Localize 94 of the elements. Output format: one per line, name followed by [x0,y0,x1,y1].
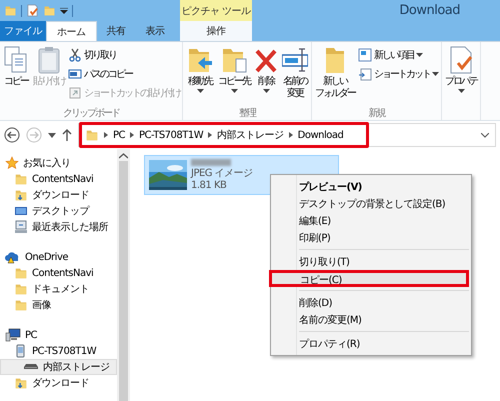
nav-item[interactable]: ContentsNavi [0,171,117,187]
clipboard-icon [36,45,62,75]
caret-icon [458,89,464,93]
back-icon [4,127,20,143]
nav-item[interactable]: 画像 [0,297,117,313]
caret-icon [230,89,238,93]
menu-item[interactable]: デスクトップの背景として設定(B) [273,195,469,212]
nav-item[interactable]: 最近表示した場所 [0,219,117,235]
caret-icon [262,89,270,93]
file-type: JPEG イメージ [191,168,253,180]
shortcut-icon [358,66,372,80]
drive-icon [23,364,39,370]
breadcrumb[interactable]: Download [298,130,344,140]
window-title: Download [398,3,461,18]
chevron-icon [288,132,293,138]
nav-item[interactable]: 内部ストレージ [0,359,117,375]
folder-icon [14,282,28,296]
star-icon [5,156,19,170]
menu-item[interactable]: 切り取り(T) [273,253,469,270]
computer-icon [5,328,21,342]
group-label: 新規 [368,106,386,120]
up-arrow-icon [62,128,72,142]
blurred-filename [191,158,231,166]
ribbon-button[interactable]: 切り取り [68,47,180,62]
dropdown-icon[interactable] [481,132,489,138]
ribbon-button[interactable]: 新しい フォルダー [314,45,356,100]
address-bar[interactable]: PC PC-TS708T1W 内部ストレージ Download [78,123,496,147]
breadcrumb[interactable]: PC-TS708T1W [139,130,204,140]
nav-button[interactable] [62,128,72,142]
dropdown-icon[interactable] [60,8,68,14]
ribbon-button[interactable]: コピー [2,45,30,88]
new-item-icon [358,48,372,62]
ribbon-button[interactable]: プロパテ [444,45,478,93]
breadcrumb[interactable]: 内部ストレージ [217,128,284,142]
scroll-up-icon[interactable] [119,153,128,159]
caret-icon [416,52,423,56]
menu-item[interactable]: 名前の変更(M) [273,311,469,328]
scissors-icon [68,48,82,62]
copy-icon [3,45,29,75]
folder-icon [14,298,28,312]
nav-item[interactable]: デスクトップ [0,203,117,219]
nav-item[interactable]: ドキュメント [0,281,117,297]
nav-item[interactable]: PC-TS708T1W [0,343,117,359]
desktop-icon [14,204,28,218]
download-folder-icon [14,376,28,390]
ribbon-button[interactable]: ショートカット [358,66,439,81]
nav-button[interactable] [4,127,20,143]
context-tab-group: ピクチャ ツール [180,0,252,21]
ribbon-tab[interactable]: 共有 [96,21,136,41]
ribbon-button[interactable]: 移動先 [185,45,215,93]
menu-item[interactable]: 削除(D) [273,294,469,311]
ribbon-button[interactable]: パスのコピー [68,66,180,81]
nav-item[interactable]: OneDrive [0,249,117,265]
shortcut-icon [68,86,82,100]
breadcrumb[interactable]: PC [113,130,126,140]
chevron-icon [208,132,212,138]
nav-item[interactable]: ダウンロード [0,187,117,203]
file-size: 1.81 KB [191,180,228,192]
nav-button[interactable] [48,132,56,138]
caret-icon [432,72,439,76]
nav-item[interactable]: PC [0,327,117,343]
recent-places-icon [14,220,28,234]
chevron-icon [130,132,134,138]
ribbon-button[interactable]: 名前の 変更 [281,45,309,100]
nav-item[interactable]: ContentsNavi [0,265,117,281]
chevron-icon [104,132,108,138]
nav-item[interactable]: ダウンロード [0,375,117,391]
ribbon-tab[interactable]: ホーム [46,21,96,41]
ribbon-tab[interactable]: 操作 [180,21,252,41]
group-label: 整理 [238,107,256,120]
scrollbar[interactable] [117,149,130,401]
menu-item[interactable]: 印刷(P) [273,229,469,246]
menu-item[interactable]: プロパティ(R) [273,335,469,352]
menu-item[interactable]: 編集(E) [273,212,469,229]
caret-icon [196,89,204,93]
dropdown-icon [48,132,56,138]
folder-icon [14,266,28,280]
ribbon-tab[interactable]: ファイル [0,21,46,41]
forward-icon [26,127,42,143]
folder-icon [4,4,17,17]
properties-icon[interactable] [26,4,39,17]
ribbon-button[interactable]: 削除 [253,45,279,93]
path-copy-icon [68,66,82,80]
folder-icon [14,172,28,186]
cloud-warning-icon [5,250,21,264]
folder-icon [85,128,99,142]
properties-icon [448,45,474,75]
ribbon-button[interactable]: コピー先 [217,45,251,93]
ribbon-tab[interactable]: 表示 [136,21,174,41]
group-label: クリップボード [62,106,120,120]
menu-item[interactable]: コピー(C) [269,270,469,287]
nav-item[interactable]: お気に入り [0,155,117,171]
download-folder-icon [14,188,28,202]
ribbon-button[interactable]: 新しい項目 [358,47,439,62]
